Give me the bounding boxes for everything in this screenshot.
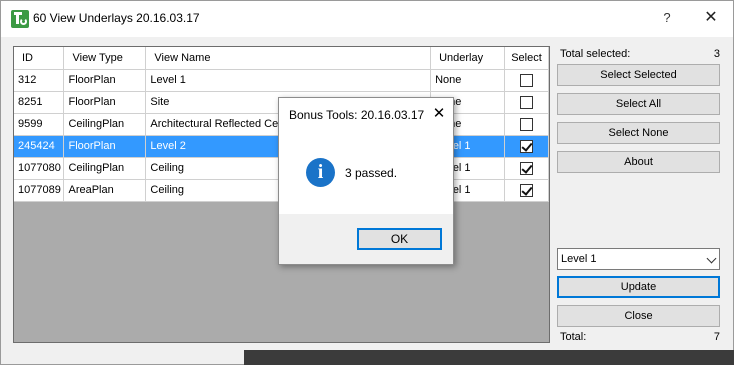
chevron-down-icon [706,253,717,264]
cell-select [504,113,549,136]
cell-view-type[interactable]: CeilingPlan [63,113,147,136]
about-button[interactable]: About [557,151,720,173]
update-button[interactable]: Update [557,276,720,298]
cell-id[interactable]: 1077080 [14,157,65,180]
cell-id[interactable]: 8251 [14,91,65,114]
dialog-footer: OK [279,214,453,264]
cell-underlay[interactable]: None [430,69,505,92]
cell-select [504,179,549,202]
level-dropdown-value: Level 1 [561,253,597,265]
select-checkbox[interactable] [520,95,533,109]
total-value: 7 [713,331,720,343]
grid-header-row: ID View Type View Name Underlay Select [14,47,549,70]
select-checkbox[interactable] [520,73,533,87]
total-selected-label: Total selected: [560,48,631,60]
column-header-view-name[interactable]: View Name [145,47,432,70]
cell-view-type[interactable]: FloorPlan [63,69,147,92]
select-checkbox-checked[interactable] [520,161,533,175]
information-icon: i [306,158,335,187]
cell-select [504,91,549,114]
cell-view-type[interactable]: FloorPlan [63,91,147,114]
column-header-underlay[interactable]: Underlay [430,47,505,70]
select-selected-button[interactable]: Select Selected [557,64,720,86]
window-title: 60 View Underlays 20.16.03.17 [33,11,200,25]
select-checkbox[interactable] [520,117,533,131]
cell-view-type[interactable]: CeilingPlan [63,157,147,180]
level-dropdown[interactable]: Level 1 [557,248,720,270]
select-all-button[interactable]: Select All [557,93,720,115]
table-row[interactable]: 312 FloorPlan Level 1 None [14,69,549,92]
select-checkbox-checked[interactable] [520,139,533,153]
message-dialog: Bonus Tools: 20.16.03.17 ✕ i 3 passed. O… [278,97,454,265]
dialog-message: 3 passed. [345,166,398,180]
ok-button[interactable]: OK [357,228,442,250]
cell-view-name[interactable]: Level 1 [145,69,432,92]
select-none-button[interactable]: Select None [557,122,720,144]
dialog-title: Bonus Tools: 20.16.03.17 [289,108,425,122]
column-header-view-type[interactable]: View Type [63,47,147,70]
cell-select [504,69,549,92]
right-panel: Total selected: 3 Select Selected Select… [557,1,721,365]
total-label: Total: [560,331,587,343]
total-row: Total: 7 [560,331,720,345]
cell-id[interactable]: 1077089 [14,179,65,202]
cell-id[interactable]: 245424 [14,135,65,158]
column-header-select[interactable]: Select [504,47,549,70]
select-checkbox-checked[interactable] [520,183,533,197]
total-selected-value: 3 [713,48,720,60]
cell-select [504,135,549,158]
cell-id[interactable]: 312 [14,69,65,92]
background-window-strip [244,350,734,365]
cell-view-type[interactable]: AreaPlan [63,179,147,202]
cell-view-type[interactable]: FloorPlan [63,135,147,158]
dialog-close-button[interactable]: ✕ [429,104,449,124]
total-selected-row: Total selected: 3 [560,48,720,62]
cell-id[interactable]: 9599 [14,113,65,136]
app-logo-icon [11,10,29,28]
cell-select [504,157,549,180]
close-button[interactable]: Close [557,305,720,327]
column-header-id[interactable]: ID [14,47,65,70]
